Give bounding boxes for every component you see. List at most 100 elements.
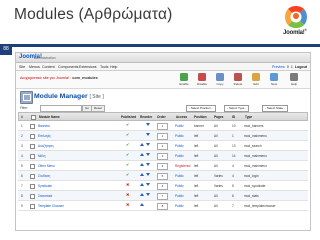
- order-input[interactable]: 2: [157, 142, 168, 150]
- col-published[interactable]: Published: [121, 115, 136, 119]
- row-checkbox[interactable]: [30, 153, 36, 159]
- unpublished-x-icon[interactable]: ✖: [126, 192, 130, 197]
- edit-icon: [252, 73, 260, 81]
- access-level[interactable]: Public: [175, 204, 184, 208]
- access-level[interactable]: Registered: [175, 164, 190, 168]
- copy-button[interactable]: Copy: [212, 72, 228, 87]
- filter-input[interactable]: [40, 104, 82, 112]
- access-level[interactable]: Public: [175, 174, 184, 178]
- row-checkbox[interactable]: [30, 173, 36, 179]
- filter-reset-button[interactable]: Reset: [91, 104, 105, 112]
- unpublished-x-icon[interactable]: ✖: [126, 182, 130, 187]
- position-value: banner: [194, 123, 204, 128]
- select-all-checkbox[interactable]: [31, 114, 37, 120]
- menu-menus[interactable]: Menus: [29, 65, 40, 69]
- move-down-icon[interactable]: [146, 153, 150, 157]
- published-check-icon[interactable]: ✔: [126, 142, 130, 147]
- module-name-link[interactable]: Επιλογές: [38, 134, 51, 138]
- module-name-link[interactable]: Στατιστικά: [38, 194, 52, 198]
- move-down-icon[interactable]: [146, 183, 150, 187]
- move-down-icon[interactable]: [146, 163, 150, 167]
- unpublished-x-icon[interactable]: ✖: [126, 202, 130, 207]
- access-level[interactable]: Public: [175, 144, 184, 148]
- order-input[interactable]: 6: [157, 182, 168, 190]
- module-name-link[interactable]: Σύνδεση: [38, 174, 50, 178]
- col-order[interactable]: Order: [157, 115, 166, 119]
- access-level[interactable]: Public: [175, 184, 184, 188]
- order-input[interactable]: 1: [157, 132, 168, 140]
- order-input[interactable]: 7: [157, 192, 168, 200]
- select-position[interactable]: - Select Position -: [186, 104, 216, 112]
- access-level[interactable]: Public: [175, 154, 184, 158]
- new-icon: [270, 73, 278, 81]
- move-up-icon[interactable]: [140, 143, 144, 147]
- row-checkbox[interactable]: [30, 193, 36, 199]
- move-up-icon[interactable]: [140, 193, 144, 197]
- row-checkbox[interactable]: [30, 163, 36, 169]
- move-down-icon[interactable]: [146, 133, 150, 137]
- module-name-link[interactable]: Template Chooser: [38, 204, 64, 208]
- move-up-icon[interactable]: [140, 183, 144, 187]
- order-input[interactable]: 8: [157, 202, 168, 210]
- row-checkbox[interactable]: [30, 133, 36, 139]
- col-type[interactable]: Type: [245, 115, 252, 119]
- row-checkbox[interactable]: [30, 203, 36, 209]
- move-down-icon[interactable]: [146, 123, 150, 127]
- col-module-name[interactable]: Module Name: [39, 115, 60, 119]
- move-up-icon[interactable]: [140, 173, 144, 177]
- order-input[interactable]: 5: [157, 172, 168, 180]
- logo-text: Joomla!®: [283, 28, 307, 36]
- access-level[interactable]: Public: [175, 134, 184, 138]
- row-checkbox[interactable]: [30, 123, 36, 129]
- menu-extensions[interactable]: Extensions: [79, 65, 97, 69]
- delete-button[interactable]: Delete: [230, 72, 246, 87]
- new-button[interactable]: New: [266, 72, 282, 87]
- menu-help[interactable]: Help: [110, 65, 117, 69]
- col-pages[interactable]: Pages: [214, 115, 223, 119]
- menu-components[interactable]: Components: [58, 65, 78, 69]
- logout-link[interactable]: Logout: [295, 65, 307, 69]
- select-type[interactable]: - Select Type -: [224, 104, 250, 112]
- page-number: 88: [0, 44, 12, 55]
- move-down-icon[interactable]: [146, 143, 150, 147]
- col-access[interactable]: Access: [176, 115, 187, 119]
- published-check-icon[interactable]: ✔: [126, 172, 130, 177]
- disable-button[interactable]: Disable: [194, 72, 210, 87]
- col-id[interactable]: ID: [232, 115, 235, 119]
- access-level[interactable]: Public: [175, 124, 184, 128]
- order-input[interactable]: 4: [157, 162, 168, 170]
- row-checkbox[interactable]: [30, 143, 36, 149]
- access-level[interactable]: Public: [175, 194, 184, 198]
- module-name-link[interactable]: Syndicate: [38, 184, 52, 188]
- order-input[interactable]: 3: [157, 152, 168, 160]
- published-check-icon[interactable]: ✔: [126, 162, 130, 167]
- menu-tools[interactable]: Tools: [100, 65, 108, 69]
- move-up-icon[interactable]: [140, 163, 144, 167]
- published-check-icon[interactable]: ✔: [126, 152, 130, 157]
- row-checkbox[interactable]: [30, 183, 36, 189]
- module-name-link[interactable]: Μέλη: [38, 154, 45, 158]
- select-state[interactable]: - Select State -: [262, 104, 288, 112]
- module-name-link[interactable]: Other Menu: [38, 164, 55, 168]
- enable-button[interactable]: Enable: [176, 72, 192, 87]
- module-name-link[interactable]: Αναζήτηση: [38, 144, 53, 148]
- move-up-icon[interactable]: [140, 153, 144, 157]
- type-value: mod_mainmenu: [244, 163, 267, 168]
- preview-link[interactable]: Preview: [272, 65, 285, 69]
- col-position[interactable]: Position: [194, 115, 207, 119]
- menu-content[interactable]: Content: [42, 65, 55, 69]
- move-up-icon[interactable]: [140, 203, 144, 207]
- position-value: left: [194, 193, 199, 198]
- menu-site[interactable]: Site: [19, 65, 25, 69]
- module-name-link[interactable]: Banners: [38, 124, 50, 128]
- move-down-icon[interactable]: [146, 193, 150, 197]
- published-check-icon[interactable]: ✔: [126, 122, 130, 127]
- order-input[interactable]: 1: [157, 122, 168, 130]
- row-number: 1: [21, 123, 23, 128]
- position-value: left: [194, 173, 199, 178]
- edit-button[interactable]: Edit: [248, 72, 264, 87]
- move-down-icon[interactable]: [146, 173, 150, 177]
- published-check-icon[interactable]: ✔: [126, 132, 130, 137]
- help-button[interactable]: Help: [286, 72, 302, 87]
- table-body: 1 Banners ✔ 1 Public banner All 10 mod_banners 2 Ε…: [18, 121, 308, 211]
